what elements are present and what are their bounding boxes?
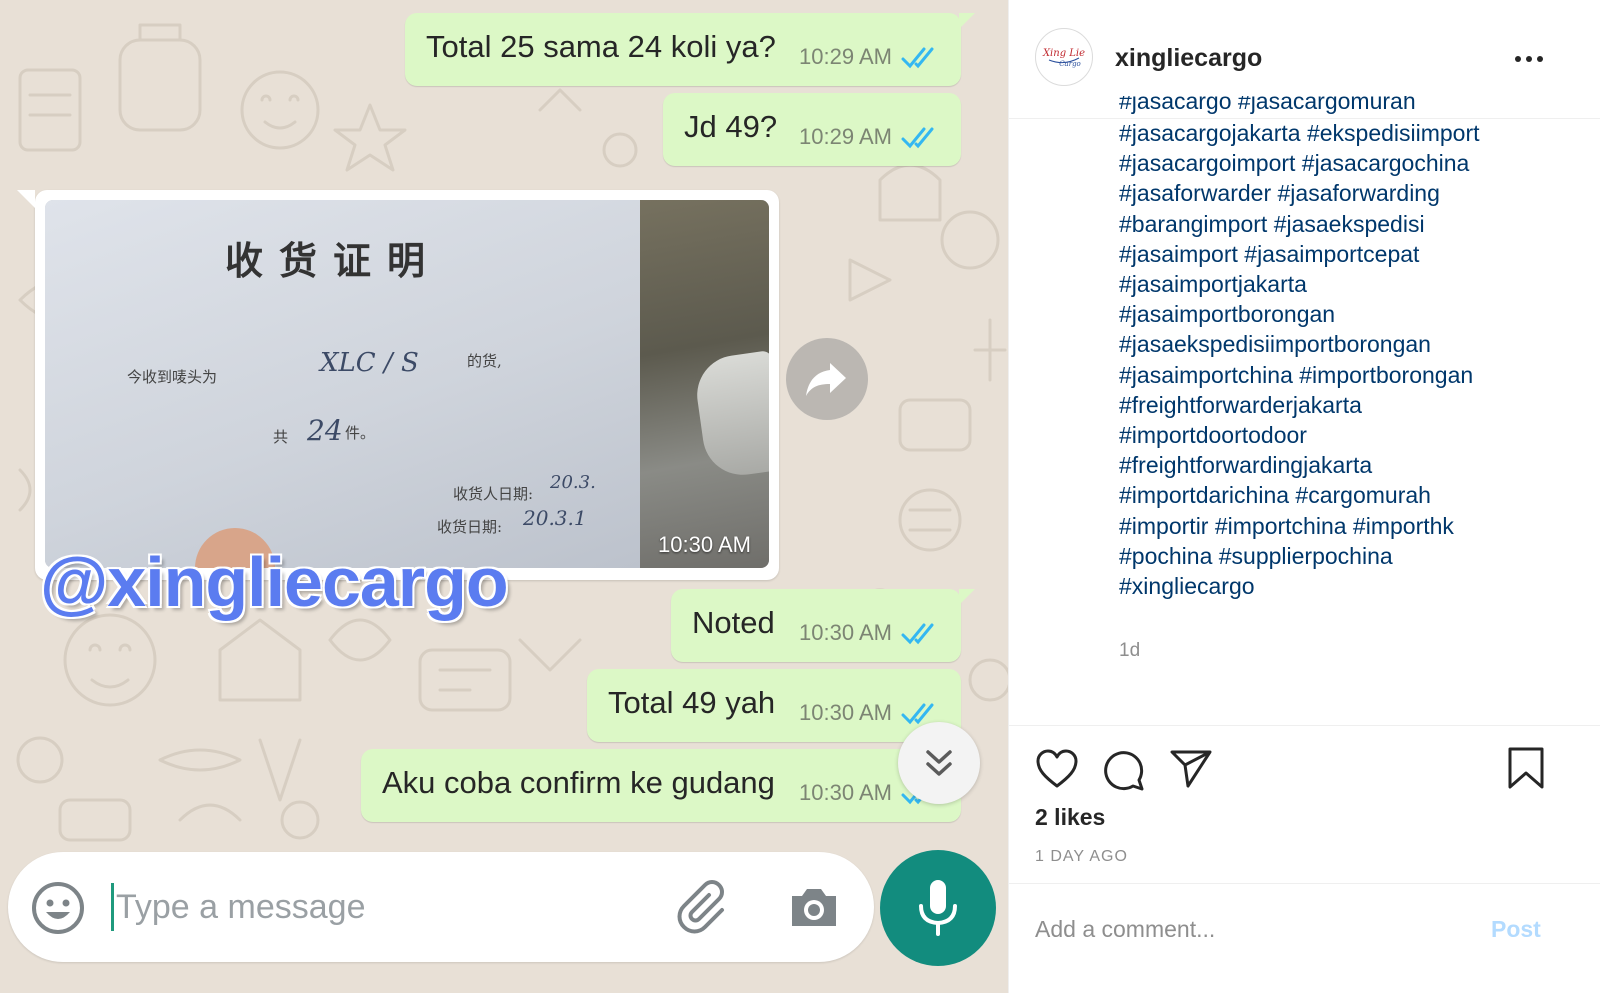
message-text: Total 49 yah — [608, 685, 776, 720]
hashtag-line[interactable]: #jasaimport #jasaimportcepat — [1119, 239, 1480, 269]
watermark: @xingliecargo — [40, 543, 509, 621]
more-options-icon[interactable] — [1514, 54, 1544, 64]
message-time: 10:30 AM — [799, 700, 892, 725]
receiver-date-label: 收货人日期: — [453, 485, 534, 503]
hashtag-line[interactable]: #jasaekspedisiimportborongan — [1119, 329, 1480, 359]
hashtag-line[interactable]: #importir #importchina #importhk — [1119, 511, 1480, 541]
receive-date-label: 收货日期: — [437, 518, 503, 536]
emoji-icon[interactable] — [30, 880, 86, 936]
hashtag-line[interactable]: #importdoortodoor — [1119, 420, 1480, 450]
image-message[interactable]: 收货证明 今收到唛头为 XLC / S 的货, 共 24 件。 收货人日期: 2… — [17, 190, 779, 580]
document-mark-label: 今收到唛头为 — [127, 368, 218, 386]
message-bubble[interactable]: Total 25 sama 24 koli ya? 10:29 AM — [405, 13, 975, 86]
document-title: 收货证明 — [225, 238, 442, 283]
message-time: 10:29 AM — [799, 44, 892, 69]
message-input[interactable]: Type a message — [116, 888, 365, 927]
document-mark-suffix: 的货, — [467, 352, 502, 370]
message-bubble[interactable]: Aku coba confirm ke gudang 10:30 AM — [361, 749, 961, 822]
bookmark-icon[interactable] — [1507, 746, 1545, 790]
post-caption: #jasacargo #jasacargomurah #jasacargojak… — [1119, 96, 1589, 616]
chat-panel: Total 25 sama 24 koli ya? 10:29 AM Jd 49… — [0, 0, 1027, 993]
read-ticks-icon — [901, 47, 934, 69]
camera-icon[interactable] — [788, 882, 840, 930]
hashtag-line[interactable]: #jasacargojakarta #ekspedisiimport — [1119, 118, 1480, 148]
document-mark-value: XLC / S — [320, 348, 419, 378]
share-icon[interactable] — [1169, 748, 1213, 790]
instagram-post-panel: Xing Lie Cargo xingliecargo #jasacargo #… — [1008, 0, 1600, 993]
hashtag-line[interactable]: #importdarichina #cargomurah — [1119, 480, 1480, 510]
hashtag-line[interactable]: #freightforwardingjakarta — [1119, 450, 1480, 480]
message-text: Total 25 sama 24 koli ya? — [426, 29, 776, 64]
message-text: Noted — [692, 605, 775, 640]
hashtag-line[interactable]: #jasaimportjakarta — [1119, 269, 1480, 299]
message-bubble[interactable]: Total 49 yah 10:30 AM — [587, 669, 961, 742]
document-count-suffix: 件。 — [345, 424, 376, 442]
read-ticks-icon — [901, 623, 934, 645]
scroll-to-bottom-button[interactable] — [898, 722, 980, 804]
hashtag-line[interactable]: #barangimport #jasaekspedisi — [1119, 209, 1480, 239]
post-actions: 2 likes 1 DAY AGO — [1009, 725, 1600, 886]
svg-text:Xing Lie: Xing Lie — [1042, 48, 1085, 59]
likes-count[interactable]: 2 likes — [1035, 804, 1105, 831]
xingliecargo-logo: Xing Lie Cargo — [1041, 34, 1087, 80]
post-date[interactable]: 1 DAY AGO — [1035, 848, 1128, 866]
comment-icon[interactable] — [1101, 748, 1145, 792]
hashtag-line[interactable]: #jasaimportchina #importborongan — [1119, 360, 1480, 390]
heart-icon[interactable] — [1035, 748, 1079, 790]
message-text: Aku coba confirm ke gudang — [382, 765, 775, 800]
post-comment-button[interactable]: Post — [1491, 916, 1541, 943]
hashtag-line[interactable]: #jasacargoimport #jasacargochina — [1119, 148, 1480, 178]
message-time: 10:29 AM — [799, 124, 892, 149]
caption-timestamp[interactable]: 1d — [1119, 640, 1140, 662]
hashtag-line[interactable]: #jasaimportborongan — [1119, 299, 1480, 329]
forward-icon — [806, 363, 846, 396]
image-time: 10:30 AM — [658, 532, 751, 557]
receive-date-value: 20.3.1 — [523, 506, 587, 530]
hashtag-line[interactable]: #jasaforwarder #jasaforwarding — [1119, 178, 1480, 208]
avatar[interactable]: Xing Lie Cargo — [1035, 28, 1093, 86]
document-count-prefix: 共 — [273, 428, 289, 446]
receiver-date-value: 20.3. — [550, 472, 596, 493]
message-bubble[interactable]: Jd 49? 10:29 AM — [663, 93, 961, 166]
read-ticks-icon — [901, 127, 934, 149]
message-time: 10:30 AM — [799, 780, 892, 805]
paperclip-icon[interactable] — [676, 880, 734, 934]
message-bubble[interactable]: Noted 10:30 AM — [671, 589, 975, 662]
caption-line-partial[interactable]: #jasacargo #jasacargomurah — [1119, 96, 1480, 118]
voice-message-button[interactable] — [880, 850, 996, 966]
post-username[interactable]: xingliecargo — [1115, 44, 1262, 73]
message-composer: Type a message — [8, 852, 874, 962]
comment-bar: Add a comment... Post — [1009, 883, 1600, 994]
hashtag-line[interactable]: #pochina #supplierpochina — [1119, 541, 1480, 571]
comment-input[interactable]: Add a comment... — [1035, 916, 1215, 943]
text-cursor — [111, 883, 114, 931]
mic-icon — [919, 880, 957, 936]
received-goods-photo[interactable]: 收货证明 今收到唛头为 XLC / S 的货, 共 24 件。 收货人日期: 2… — [45, 200, 769, 568]
receipt-document: 收货证明 今收到唛头为 XLC / S 的货, 共 24 件。 收货人日期: 2… — [45, 200, 645, 568]
message-time: 10:30 AM — [799, 620, 892, 645]
hashtag-line[interactable]: #freightforwarderjakarta — [1119, 390, 1480, 420]
message-text: Jd 49? — [684, 109, 778, 144]
forward-button[interactable] — [786, 338, 868, 420]
hashtag-line[interactable]: #xingliecargo — [1119, 571, 1480, 601]
hashtag-line[interactable]: #jasacargo #jasacargomurah — [1119, 96, 1416, 116]
double-chevron-down-icon — [926, 750, 952, 776]
document-count-value: 24 — [307, 414, 343, 447]
